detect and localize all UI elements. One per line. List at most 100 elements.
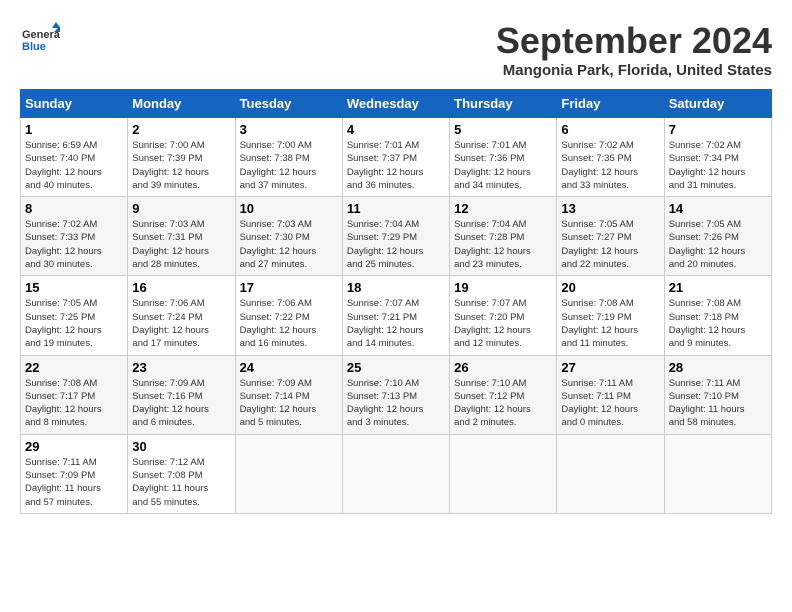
svg-text:General: General: [22, 29, 60, 41]
calendar-week-row: 8Sunrise: 7:02 AM Sunset: 7:33 PM Daylig…: [21, 197, 772, 276]
day-number: 2: [132, 122, 230, 137]
day-info: Sunrise: 7:04 AM Sunset: 7:28 PM Dayligh…: [454, 218, 552, 271]
location: Mangonia Park, Florida, United States: [496, 62, 772, 79]
day-info: Sunrise: 7:12 AM Sunset: 7:08 PM Dayligh…: [132, 456, 230, 509]
calendar-day-cell: 19 Sunrise: 7:07 AM Sunset: 7:20 PM Dayli…: [450, 276, 557, 355]
calendar-day-cell: 17 Sunrise: 7:06 AM Sunset: 7:22 PM Dayli…: [235, 276, 342, 355]
day-number: 15: [25, 280, 123, 295]
calendar-day-cell: 14 Sunrise: 7:05 AM Sunset: 7:26 PM Dayli…: [664, 197, 771, 276]
day-info: Sunrise: 7:08 AM Sunset: 7:18 PM Dayligh…: [669, 297, 767, 350]
day-number: 25: [347, 360, 445, 375]
calendar-day-cell: 21 Sunrise: 7:08 AM Sunset: 7:18 PM Dayli…: [664, 276, 771, 355]
day-number: 19: [454, 280, 552, 295]
calendar-day-cell: 9Sunrise: 7:03 AM Sunset: 7:31 PM Daylig…: [128, 197, 235, 276]
day-number: 26: [454, 360, 552, 375]
calendar-day-cell: 13Sunrise: 7:05 AM Sunset: 7:27 PM Dayli…: [557, 197, 664, 276]
title-section: September 2024 Mangonia Park, Florida, U…: [496, 20, 772, 79]
day-number: 17: [240, 280, 338, 295]
day-number: 16: [132, 280, 230, 295]
calendar-day-cell: 16 Sunrise: 7:06 AM Sunset: 7:24 PM Dayli…: [128, 276, 235, 355]
day-info: Sunrise: 7:06 AM Sunset: 7:22 PM Dayligh…: [240, 297, 338, 350]
weekday-header: Tuesday: [235, 90, 342, 118]
day-info: Sunrise: 7:05 AM Sunset: 7:26 PM Dayligh…: [669, 218, 767, 271]
page-header: General Blue September 2024 Mangonia Par…: [20, 20, 772, 79]
day-info: Sunrise: 7:03 AM Sunset: 7:30 PM Dayligh…: [240, 218, 338, 271]
svg-text:Blue: Blue: [22, 41, 46, 53]
day-info: Sunrise: 7:10 AM Sunset: 7:13 PM Dayligh…: [347, 377, 445, 430]
calendar-day-cell: 10 Sunrise: 7:03 AM Sunset: 7:30 PM Dayli…: [235, 197, 342, 276]
day-info: Sunrise: 7:01 AM Sunset: 7:36 PM Dayligh…: [454, 139, 552, 192]
day-info: Sunrise: 7:11 AM Sunset: 7:10 PM Dayligh…: [669, 377, 767, 430]
day-number: 18: [347, 280, 445, 295]
calendar-day-cell: 18 Sunrise: 7:07 AM Sunset: 7:21 PM Dayli…: [342, 276, 449, 355]
calendar-day-cell: 22 Sunrise: 7:08 AM Sunset: 7:17 PM Dayli…: [21, 355, 128, 434]
calendar-week-row: 29 Sunrise: 7:11 AM Sunset: 7:09 PM Dayli…: [21, 434, 772, 513]
day-info: Sunrise: 7:03 AM Sunset: 7:31 PM Dayligh…: [132, 218, 230, 271]
day-number: 5: [454, 122, 552, 137]
calendar-day-cell: 11Sunrise: 7:04 AM Sunset: 7:29 PM Dayli…: [342, 197, 449, 276]
day-number: 12: [454, 201, 552, 216]
calendar-day-cell: 26Sunrise: 7:10 AM Sunset: 7:12 PM Dayli…: [450, 355, 557, 434]
calendar-day-cell: [342, 434, 449, 513]
day-number: 8: [25, 201, 123, 216]
day-number: 10: [240, 201, 338, 216]
calendar-week-row: 22 Sunrise: 7:08 AM Sunset: 7:17 PM Dayli…: [21, 355, 772, 434]
day-info: Sunrise: 7:09 AM Sunset: 7:16 PM Dayligh…: [132, 377, 230, 430]
day-info: Sunrise: 7:07 AM Sunset: 7:20 PM Dayligh…: [454, 297, 552, 350]
day-number: 27: [561, 360, 659, 375]
day-info: Sunrise: 7:00 AM Sunset: 7:38 PM Dayligh…: [240, 139, 338, 192]
day-number: 28: [669, 360, 767, 375]
calendar-day-cell: 28 Sunrise: 7:11 AM Sunset: 7:10 PM Dayli…: [664, 355, 771, 434]
day-number: 20: [561, 280, 659, 295]
day-info: Sunrise: 7:11 AM Sunset: 7:09 PM Dayligh…: [25, 456, 123, 509]
calendar-day-cell: 12 Sunrise: 7:04 AM Sunset: 7:28 PM Dayli…: [450, 197, 557, 276]
calendar-day-cell: 8Sunrise: 7:02 AM Sunset: 7:33 PM Daylig…: [21, 197, 128, 276]
calendar-day-cell: 5 Sunrise: 7:01 AM Sunset: 7:36 PM Daylig…: [450, 118, 557, 197]
day-number: 24: [240, 360, 338, 375]
day-number: 6: [561, 122, 659, 137]
calendar-day-cell: [664, 434, 771, 513]
calendar-day-cell: 29 Sunrise: 7:11 AM Sunset: 7:09 PM Dayli…: [21, 434, 128, 513]
day-number: 3: [240, 122, 338, 137]
calendar-day-cell: 24Sunrise: 7:09 AM Sunset: 7:14 PM Dayli…: [235, 355, 342, 434]
day-info: Sunrise: 7:02 AM Sunset: 7:35 PM Dayligh…: [561, 139, 659, 192]
weekday-header: Thursday: [450, 90, 557, 118]
day-info: Sunrise: 7:00 AM Sunset: 7:39 PM Dayligh…: [132, 139, 230, 192]
day-info: Sunrise: 7:05 AM Sunset: 7:25 PM Dayligh…: [25, 297, 123, 350]
calendar-week-row: 1 Sunrise: 6:59 AM Sunset: 7:40 PM Daylig…: [21, 118, 772, 197]
day-number: 14: [669, 201, 767, 216]
calendar-day-cell: 15 Sunrise: 7:05 AM Sunset: 7:25 PM Dayli…: [21, 276, 128, 355]
weekday-header: Saturday: [664, 90, 771, 118]
day-number: 11: [347, 201, 445, 216]
day-info: Sunrise: 7:08 AM Sunset: 7:17 PM Dayligh…: [25, 377, 123, 430]
day-info: Sunrise: 7:01 AM Sunset: 7:37 PM Dayligh…: [347, 139, 445, 192]
day-number: 13: [561, 201, 659, 216]
day-number: 29: [25, 439, 123, 454]
calendar-day-cell: 30Sunrise: 7:12 AM Sunset: 7:08 PM Dayli…: [128, 434, 235, 513]
day-info: Sunrise: 7:08 AM Sunset: 7:19 PM Dayligh…: [561, 297, 659, 350]
day-info: Sunrise: 7:11 AM Sunset: 7:11 PM Dayligh…: [561, 377, 659, 430]
calendar-day-cell: 20 Sunrise: 7:08 AM Sunset: 7:19 PM Dayli…: [557, 276, 664, 355]
calendar-day-cell: 3 Sunrise: 7:00 AM Sunset: 7:38 PM Daylig…: [235, 118, 342, 197]
day-number: 1: [25, 122, 123, 137]
day-info: Sunrise: 7:02 AM Sunset: 7:34 PM Dayligh…: [669, 139, 767, 192]
logo: General Blue: [20, 20, 64, 60]
calendar-table: SundayMondayTuesdayWednesdayThursdayFrid…: [20, 89, 772, 514]
day-number: 23: [132, 360, 230, 375]
calendar-day-cell: [450, 434, 557, 513]
day-number: 21: [669, 280, 767, 295]
logo-icon: General Blue: [20, 20, 60, 60]
weekday-header: Wednesday: [342, 90, 449, 118]
weekday-header: Friday: [557, 90, 664, 118]
day-info: Sunrise: 7:07 AM Sunset: 7:21 PM Dayligh…: [347, 297, 445, 350]
calendar-day-cell: [557, 434, 664, 513]
calendar-day-cell: 2 Sunrise: 7:00 AM Sunset: 7:39 PM Daylig…: [128, 118, 235, 197]
day-number: 7: [669, 122, 767, 137]
weekday-header: Monday: [128, 90, 235, 118]
calendar-day-cell: 23 Sunrise: 7:09 AM Sunset: 7:16 PM Dayli…: [128, 355, 235, 434]
day-info: Sunrise: 6:59 AM Sunset: 7:40 PM Dayligh…: [25, 139, 123, 192]
day-info: Sunrise: 7:06 AM Sunset: 7:24 PM Dayligh…: [132, 297, 230, 350]
calendar-day-cell: 27 Sunrise: 7:11 AM Sunset: 7:11 PM Dayli…: [557, 355, 664, 434]
calendar-day-cell: [235, 434, 342, 513]
day-number: 22: [25, 360, 123, 375]
